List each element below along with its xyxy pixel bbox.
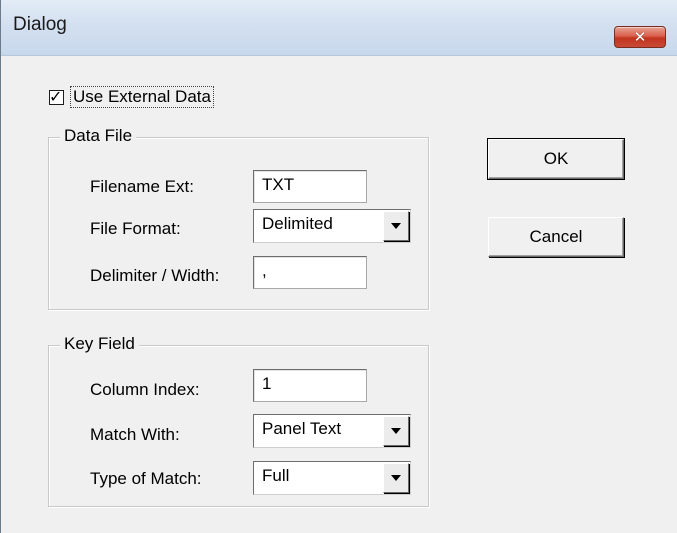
file-format-label: File Format: [90,219,181,238]
file-format-select[interactable]: Delimited [253,209,411,243]
type-of-match-value: Full [262,466,290,485]
title-bar[interactable]: Dialog ✕ [1,0,677,56]
match-with-label: Match With: [90,425,180,444]
ok-button[interactable]: OK [487,138,625,180]
delimiter-width-label: Delimiter / Width: [90,266,220,285]
match-with-dropdown-button[interactable] [383,416,409,446]
column-index-label: Column Index: [90,380,200,399]
cancel-button[interactable]: Cancel [488,217,624,257]
filename-ext-label: Filename Ext: [90,177,194,196]
window-title: Dialog [13,14,67,35]
key-field-group-label: Key Field [60,334,139,354]
use-external-data-row[interactable]: ✓ Use External Data [49,86,214,108]
use-external-data-checkbox[interactable]: ✓ [49,86,64,106]
file-format-value: Delimited [262,214,333,233]
filename-ext-input[interactable]: TXT [253,170,367,203]
column-index-input[interactable]: 1 [253,369,367,402]
match-with-select[interactable]: Panel Text [253,414,411,448]
close-icon: ✕ [633,27,647,46]
data-file-group-label: Data File [60,126,137,146]
type-of-match-dropdown-button[interactable] [383,463,409,493]
checkmark-icon: ✓ [49,86,63,106]
chevron-down-icon [391,475,401,481]
chevron-down-icon [391,428,401,434]
dialog-window: Dialog ✕ ✓ Use External Data Data File F… [0,0,677,533]
delimiter-width-input[interactable]: , [253,256,367,289]
type-of-match-select[interactable]: Full [253,461,411,495]
match-with-value: Panel Text [262,419,342,438]
type-of-match-label: Type of Match: [90,469,202,488]
use-external-data-label[interactable]: Use External Data [70,86,214,108]
file-format-dropdown-button[interactable] [383,211,409,241]
close-button[interactable]: ✕ [614,26,666,48]
chevron-down-icon [391,223,401,229]
